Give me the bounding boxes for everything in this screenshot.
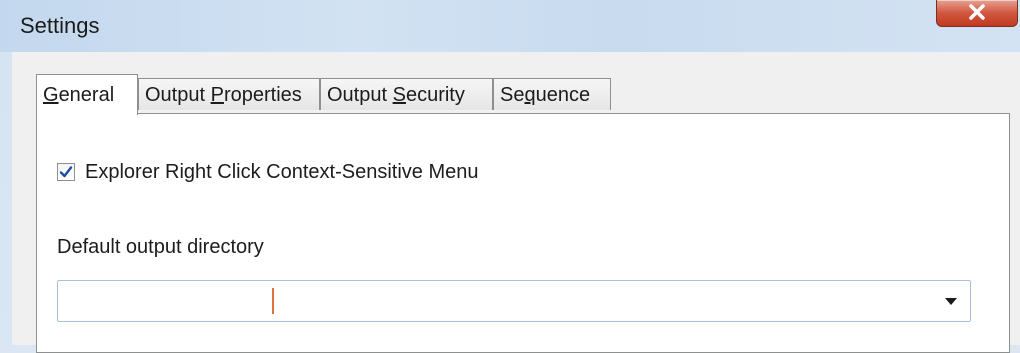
output-directory-label: Default output directory [57, 236, 264, 258]
tab-output-security-label: ecurity [405, 84, 465, 106]
tab-output-security-label-pre: Output [327, 84, 393, 106]
tab-sequence[interactable]: Sequence [493, 78, 611, 110]
tab-sequence-label: uence [535, 84, 591, 106]
context-menu-checkbox[interactable] [57, 163, 75, 181]
tab-general-label: eneral [58, 84, 115, 106]
tab-sequence-label-pre: Se [500, 84, 525, 106]
output-directory-input[interactable] [64, 287, 928, 317]
context-menu-option[interactable]: Explorer Right Click Context-Sensitive M… [57, 160, 479, 184]
tab-sequence-accesskey: q [524, 84, 536, 106]
close-button[interactable] [936, 0, 1018, 27]
window-title: Settings [20, 13, 100, 38]
output-directory-combobox[interactable] [57, 280, 971, 322]
text-caret [272, 288, 274, 314]
context-menu-checkbox-label[interactable]: Explorer Right Click Context-Sensitive M… [85, 161, 479, 184]
check-mark-icon [59, 166, 73, 178]
tab-output-properties-label: roperties [223, 84, 302, 106]
close-icon [969, 4, 985, 20]
tab-general-accesskey: G [43, 84, 59, 106]
title-bar[interactable]: Settings [0, 0, 1020, 52]
tab-output-properties-accesskey: P [210, 84, 224, 106]
tab-output-properties[interactable]: Output Properties [138, 78, 320, 110]
general-tab-panel: Explorer Right Click Context-Sensitive M… [36, 113, 1010, 353]
tab-output-security-accesskey: S [392, 84, 406, 106]
settings-window: Settings General Output Properties Outpu… [0, 0, 1020, 353]
tab-output-security[interactable]: Output Security [320, 78, 493, 110]
tab-output-properties-label-pre: Output [145, 84, 211, 106]
tab-general[interactable]: General [36, 74, 138, 115]
chevron-down-icon[interactable] [940, 291, 962, 311]
